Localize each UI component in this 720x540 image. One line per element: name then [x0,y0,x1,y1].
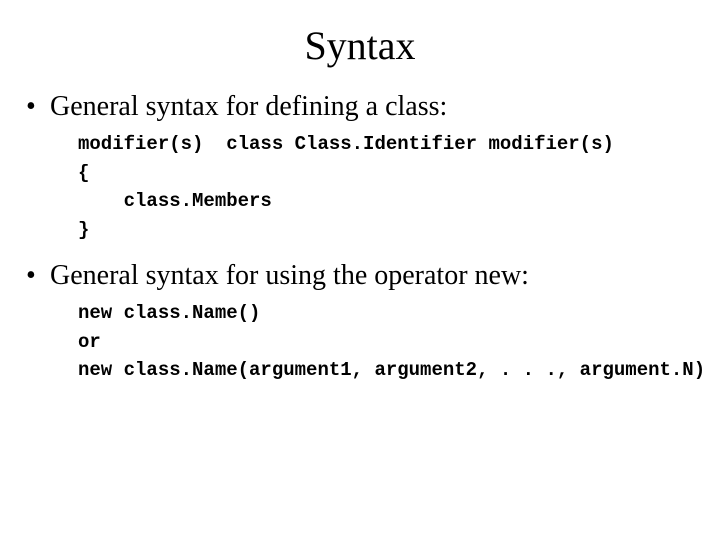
bullet-item: General syntax for using the operator ne… [22,258,698,385]
bullet-text: General syntax for defining a class: [50,91,447,122]
slide-content: General syntax for defining a class: mod… [0,89,720,385]
code-block: modifier(s) class Class.Identifier modif… [78,130,698,244]
bullet-text: General syntax for using the operator ne… [50,260,529,291]
slide: Syntax General syntax for defining a cla… [0,22,720,540]
bullet-list: General syntax for defining a class: mod… [22,89,698,385]
bullet-item: General syntax for defining a class: mod… [22,89,698,244]
code-block: new class.Name() or new class.Name(argum… [78,299,698,385]
slide-title: Syntax [0,22,720,69]
